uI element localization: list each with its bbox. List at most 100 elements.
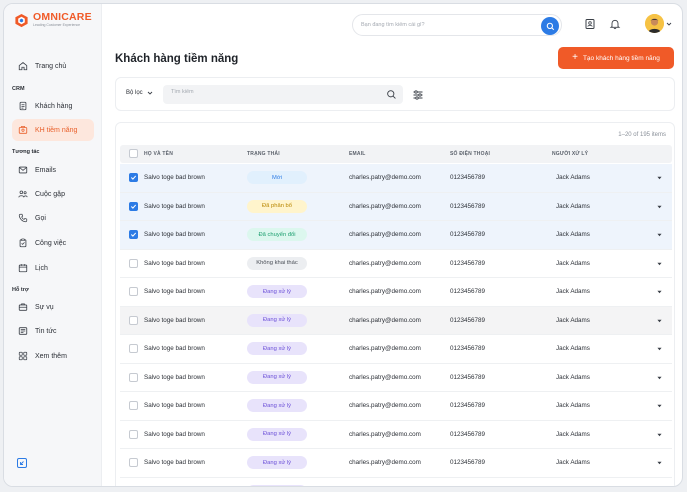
cell-owner: Jack Adams bbox=[556, 231, 590, 238]
column-header-name[interactable]: HỌ VÀ TÊN bbox=[144, 151, 173, 157]
owner-dropdown-icon[interactable] bbox=[657, 376, 662, 380]
table-row[interactable]: Salvo toge bad brown Đã chuyển đổi charles… bbox=[120, 221, 672, 250]
sidebar-item-label: Lịch bbox=[35, 264, 48, 272]
app-window: OMNICARE Leading Customer Experience Tra… bbox=[3, 3, 683, 487]
owner-dropdown-icon[interactable] bbox=[657, 347, 662, 351]
global-search-input[interactable] bbox=[361, 22, 531, 28]
table-row[interactable]: Salvo toge bad brownĐang xử lýcharles.pa… bbox=[120, 421, 672, 449]
owner-dropdown-icon[interactable] bbox=[657, 404, 662, 408]
cell-name: Salvo toge bad brown bbox=[144, 402, 205, 409]
owner-dropdown-icon[interactable] bbox=[657, 461, 662, 465]
table-row[interactable]: Salvo toge bad brownĐang xử lýcharles.pa… bbox=[120, 335, 672, 364]
cell-email: charles.patry@demo.com bbox=[349, 316, 421, 324]
global-search-button[interactable] bbox=[541, 17, 559, 35]
row-checkbox[interactable] bbox=[129, 287, 138, 296]
status-badge: Mới bbox=[247, 171, 307, 184]
bell-icon[interactable] bbox=[609, 18, 621, 30]
row-checkbox[interactable] bbox=[129, 487, 138, 488]
table-row[interactable]: Salvo toge bad brownĐang xử lýcharles.pa… bbox=[120, 392, 672, 421]
owner-dropdown-icon[interactable] bbox=[657, 262, 662, 266]
plus-icon: + bbox=[572, 52, 578, 63]
row-checkbox[interactable] bbox=[129, 173, 138, 182]
sidebar-item-label: Sự vụ bbox=[35, 303, 54, 311]
row-checkbox[interactable] bbox=[129, 201, 138, 211]
create-lead-button[interactable]: + Tạo khách hàng tiềm năng bbox=[558, 47, 674, 69]
sidebar-item-cases[interactable]: Sự vụ bbox=[12, 296, 94, 318]
cell-phone: 0123456789 bbox=[450, 259, 486, 267]
owner-dropdown-icon[interactable] bbox=[657, 176, 662, 180]
filter-bar: Bộ lọc bbox=[115, 77, 675, 111]
sidebar-item-news[interactable]: Tin tức bbox=[12, 320, 94, 342]
sidebar-item-calendar[interactable]: Lịch bbox=[12, 257, 94, 279]
cell-owner: Jack Adams bbox=[556, 345, 590, 352]
calendar-icon bbox=[18, 264, 28, 273]
brand-logo[interactable]: OMNICARE Leading Customer Experience bbox=[14, 12, 92, 28]
row-checkbox[interactable] bbox=[129, 344, 138, 353]
select-all-checkbox[interactable] bbox=[129, 149, 138, 158]
owner-dropdown-icon[interactable] bbox=[657, 433, 662, 437]
status-badge: Đang xử lý bbox=[247, 342, 307, 355]
sidebar-item-more[interactable]: Xem thêm bbox=[12, 345, 94, 367]
cell-email: charles.patry@demo.com bbox=[349, 430, 421, 438]
sidebar-item-home[interactable]: Trang chủ bbox=[12, 55, 94, 77]
filter-search bbox=[163, 85, 403, 104]
cell-email: charles.patry@demo.com bbox=[349, 202, 421, 210]
check-icon bbox=[130, 175, 137, 180]
table-row[interactable]: Salvo toge bad brownĐang xử lýcharles.pa… bbox=[120, 306, 672, 335]
table-row[interactable]: Salvo toge bad brownĐang xử lýcharles.pa… bbox=[120, 364, 672, 392]
sidebar-item-calls[interactable]: Gọi bbox=[12, 207, 94, 229]
sidebar-item-label: Cuộc gặp bbox=[35, 190, 65, 198]
sidebar-item-emails[interactable]: Emails bbox=[12, 159, 94, 181]
owner-dropdown-icon[interactable] bbox=[657, 233, 662, 237]
table-row[interactable]: Salvo toge bad brown Mới charles.patry@dem… bbox=[120, 164, 672, 193]
sidebar-item-meetings[interactable]: Cuộc gặp bbox=[12, 183, 94, 205]
cell-owner: Jack Adams bbox=[556, 430, 590, 438]
column-header-email[interactable]: EMAIL bbox=[349, 151, 366, 157]
news-icon bbox=[18, 327, 28, 335]
status-badge: Đang xử lý bbox=[247, 456, 307, 469]
collapse-sidebar-icon[interactable] bbox=[16, 457, 28, 469]
owner-dropdown-icon[interactable] bbox=[657, 290, 662, 294]
row-checkbox[interactable] bbox=[129, 315, 138, 325]
table-row[interactable]: Salvo toge bad brown Không khai thác charl… bbox=[120, 250, 672, 278]
filter-dropdown[interactable]: Bộ lọc bbox=[126, 90, 153, 96]
row-checkbox[interactable] bbox=[129, 230, 138, 239]
cell-email: charles.patry@demo.com bbox=[349, 288, 421, 295]
status-badge: Đã chuyển đổi bbox=[247, 228, 307, 241]
table-row[interactable]: Salvo toge bad brownĐang xử lýcharles.pa… bbox=[120, 278, 672, 307]
sidebar-item-customers[interactable]: Khách hàng bbox=[12, 95, 94, 117]
column-header-phone[interactable]: SỐ ĐIỆN THOẠI bbox=[450, 151, 490, 157]
document-icon bbox=[19, 101, 27, 111]
row-checkbox[interactable] bbox=[129, 401, 138, 410]
logo-icon bbox=[15, 13, 28, 27]
filter-dropdown-label: Bộ lọc bbox=[126, 90, 143, 96]
row-checkbox[interactable] bbox=[129, 258, 138, 268]
row-checkbox[interactable] bbox=[129, 372, 138, 382]
status-badge: Đang xử lý bbox=[247, 313, 307, 327]
sidebar-item-label: KH tiềm năng bbox=[35, 126, 78, 134]
table-header: HỌ VÀ TÊN TRẠNG THÁI EMAIL SỐ ĐIỆN THOẠI… bbox=[120, 145, 672, 163]
page-title: Khách hàng tiềm năng bbox=[115, 53, 239, 65]
row-checkbox[interactable] bbox=[129, 429, 138, 439]
table-row[interactable]: Salvo toge bad brown Đã phân bổ charles.pa… bbox=[120, 192, 672, 221]
row-checkbox[interactable] bbox=[129, 458, 138, 467]
owner-dropdown-icon[interactable] bbox=[657, 319, 662, 323]
chevron-down-icon[interactable] bbox=[666, 21, 672, 27]
avatar[interactable] bbox=[645, 14, 664, 33]
pagination-count: 1–20 of 195 items bbox=[618, 132, 666, 138]
table-row[interactable]: Salvo toge bad brownĐang xử lýcharles.pa… bbox=[120, 478, 672, 488]
search-icon[interactable] bbox=[386, 89, 397, 100]
contacts-book-icon[interactable] bbox=[584, 18, 596, 30]
column-header-owner[interactable]: NGƯỜI XỬ LÝ bbox=[552, 151, 588, 157]
sidebar-item-tasks[interactable]: Công việc bbox=[12, 232, 94, 254]
sliders-icon[interactable] bbox=[412, 89, 424, 101]
owner-dropdown-icon[interactable] bbox=[657, 205, 662, 209]
filter-search-input[interactable] bbox=[171, 89, 371, 95]
column-header-status[interactable]: TRẠNG THÁI bbox=[247, 151, 280, 157]
sidebar-item-label: Tin tức bbox=[35, 327, 57, 335]
status-badge: Đã phân bổ bbox=[247, 199, 307, 213]
sidebar-item-leads[interactable]: KH tiềm năng bbox=[12, 119, 94, 141]
brand-tagline: Leading Customer Experience bbox=[33, 23, 81, 27]
table-row[interactable]: Salvo toge bad brownĐang xử lýcharles.pa… bbox=[120, 449, 672, 478]
cell-phone: 0123456789 bbox=[450, 231, 486, 238]
